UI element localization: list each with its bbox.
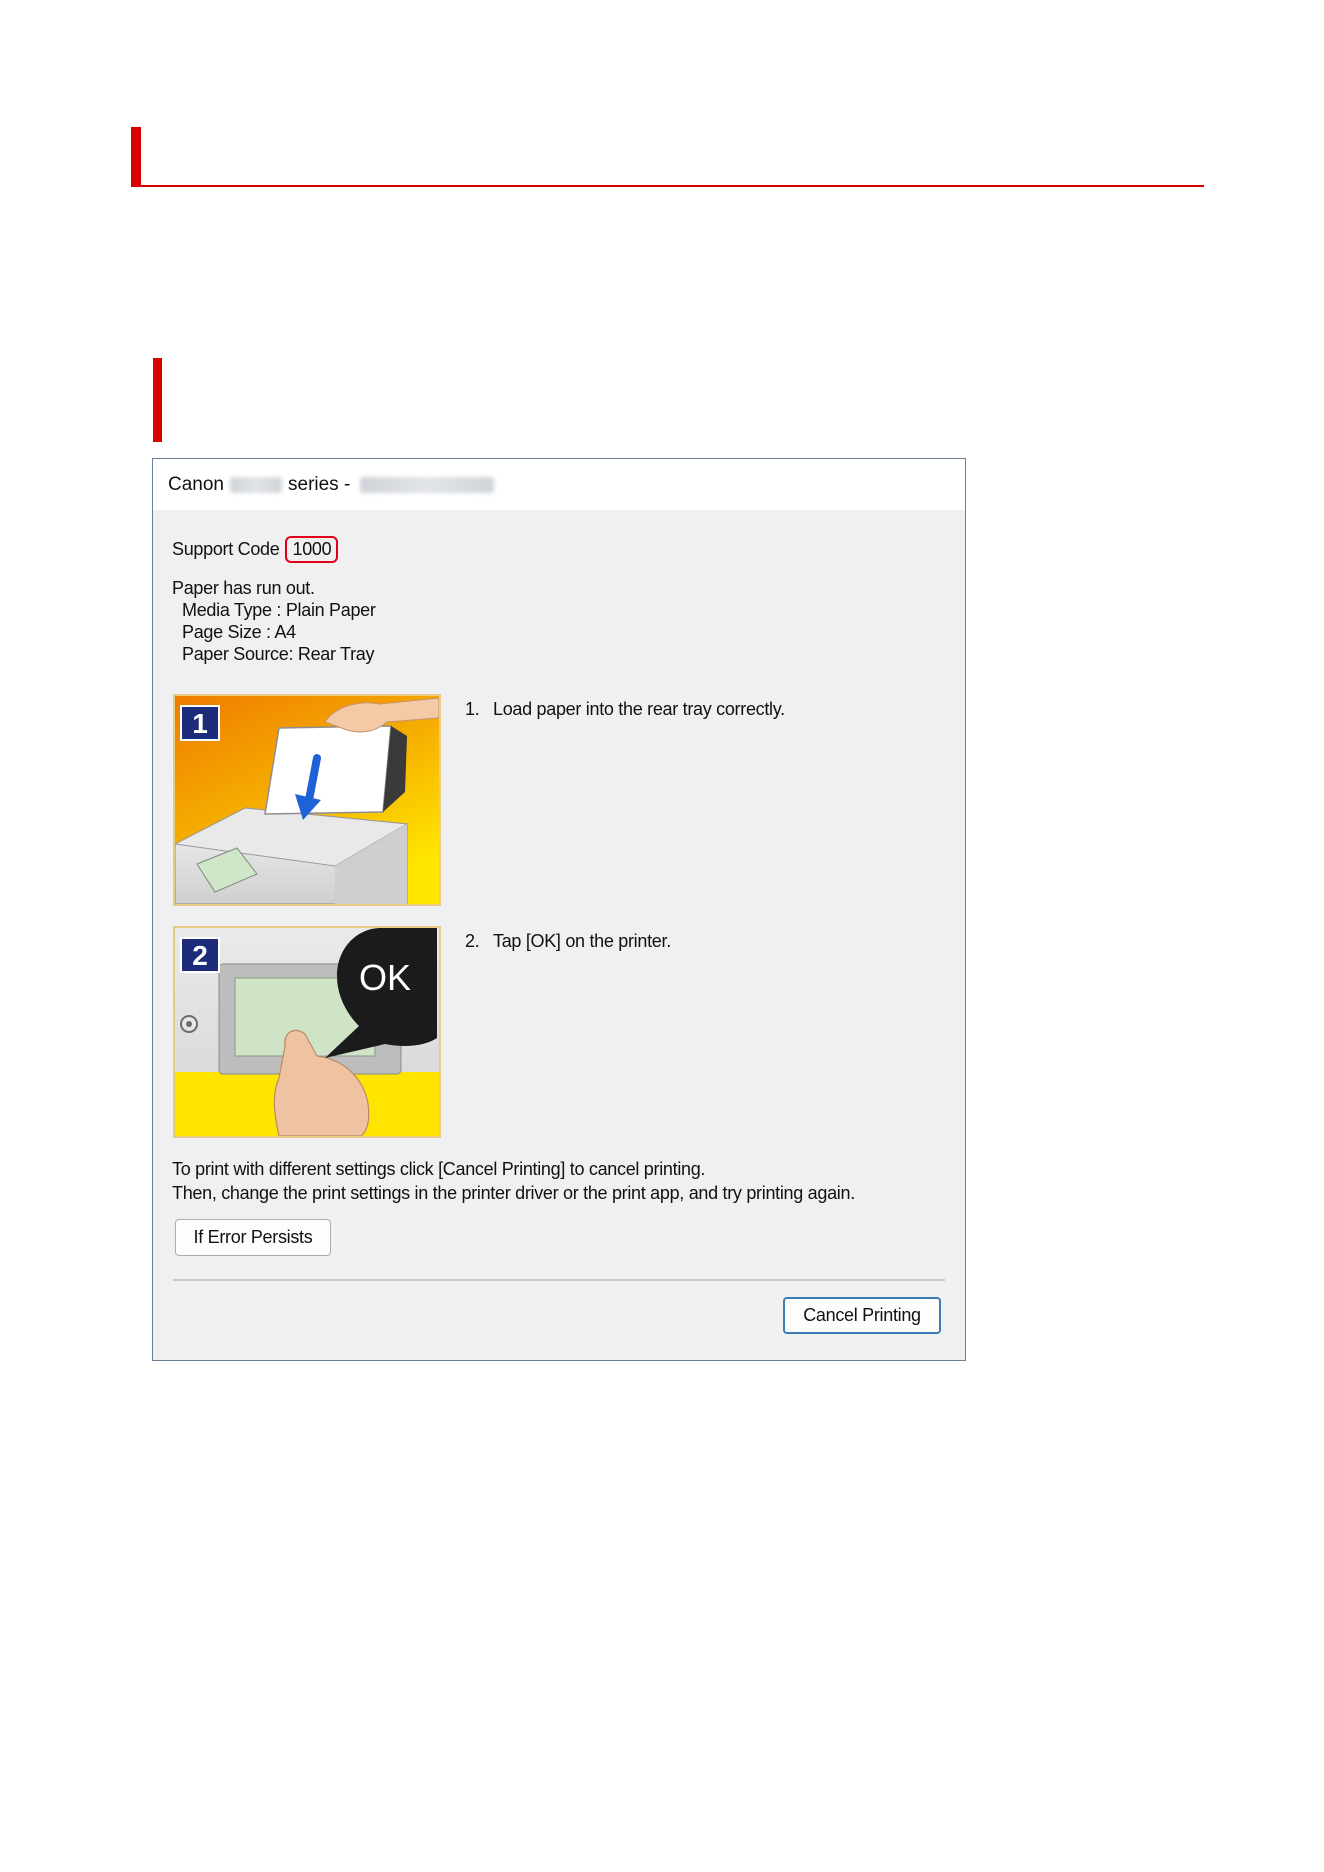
if-error-persists-button[interactable]: If Error Persists [175,1219,331,1256]
printer-error-dialog: Canon series - Support Code 1000 Paper ha… [152,458,966,1361]
support-code-label: Support Code [172,539,280,559]
settings-note: To print with different settings click [… [172,1157,855,1205]
settings-note-line-2: Then, change the print settings in the p… [172,1183,855,1203]
page-size-detail: Page Size : A4 [182,622,296,642]
error-message-block: Paper has run out. Media Type : Plain Pa… [172,577,376,665]
step-2-badge-number: 2 [192,940,208,971]
section-heading-marker [131,127,141,187]
cancel-printing-button[interactable]: Cancel Printing [783,1297,941,1334]
step-2-number: 2. [465,931,480,951]
step-1-illustration: 1 [173,694,441,906]
step-1-instruction: 1. Load paper into the rear tray correctl… [465,699,785,720]
ok-bubble-text: OK [359,957,411,998]
subsection-heading-marker [153,358,162,442]
media-type-detail: Media Type : Plain Paper [182,600,376,620]
step-1-number: 1. [465,699,480,719]
dialog-title-prefix: Canon [168,473,224,495]
support-code-value: 1000 [285,536,339,563]
dialog-title-series: series - [288,473,351,495]
redacted-port-name [360,476,495,493]
paper-source-detail: Paper Source: Rear Tray [182,644,375,664]
step-2-text: Tap [OK] on the printer. [493,931,671,951]
step-1-badge-number: 1 [192,708,208,739]
settings-note-line-1: To print with different settings click [… [172,1159,706,1179]
dialog-titlebar: Canon series - [153,459,965,510]
step-1-text: Load paper into the rear tray correctly. [493,699,785,719]
error-message: Paper has run out. [172,578,315,598]
redacted-model-name [230,476,282,493]
section-heading-underline [131,185,1204,187]
dialog-separator [173,1279,945,1281]
support-code-line: Support Code 1000 [172,536,339,563]
step-2-illustration: OK 2 [173,926,441,1138]
step-2-instruction: 2. Tap [OK] on the printer. [465,931,671,952]
